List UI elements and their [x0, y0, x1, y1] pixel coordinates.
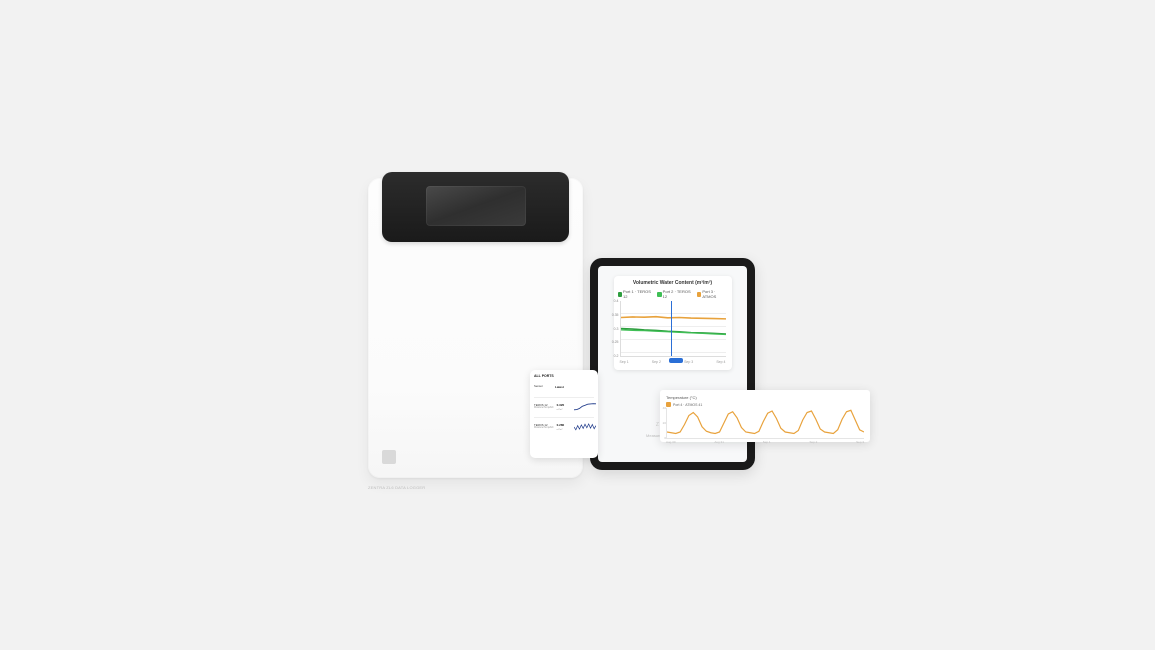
product-hero-composition: ZENTRA ZL6 DATA LOGGER Volumetric Water … [0, 0, 1155, 650]
phone-header-title: ALL PORTS [534, 374, 594, 378]
legend-swatch-icon [618, 292, 623, 297]
temp-chart-plot: 40 20 0 [666, 408, 864, 439]
col-latest: Latest [555, 385, 569, 389]
legend-swatch-icon [657, 292, 662, 297]
vwc-chart-plot: 0.4 0.35 0.3 0.25 0.2 [620, 301, 726, 357]
sensor-value: 0.320 [557, 403, 565, 407]
col-sensor: Sensor [534, 385, 552, 388]
temperature-chart-card: Temperature (°C) Port 4 · ATMOS 41 40 20… [660, 390, 870, 442]
sensor-sub: Moisture/Temp/EC [534, 407, 554, 410]
device-logo-icon [382, 450, 396, 464]
temp-chart-title: Temperature (°C) [666, 395, 864, 400]
sensor-unit: m³/m³ [557, 409, 563, 411]
legend-label: Port 4 · ATMOS 41 [673, 403, 702, 407]
sensor-unit: m³/m³ [557, 429, 563, 431]
sparkline-chart [574, 420, 596, 434]
sparkline-chart [574, 400, 596, 414]
vwc-series-svg [621, 301, 726, 356]
sensor-value: 0.280 [557, 423, 565, 427]
sensor-row[interactable]: TEROS 12 Moisture/Temp/EC 0.320 m³/m³ [534, 400, 594, 414]
legend-label: Port 2 · TEROS 12 [663, 289, 693, 299]
vwc-y-ticks: 0.4 0.35 0.3 0.25 0.2 [611, 299, 619, 358]
device-lid [382, 172, 569, 242]
scrubber-handle[interactable] [669, 358, 683, 363]
device-display [426, 186, 526, 226]
phone-card: ALL PORTS Sensor Latest TEROS 12 Moistur… [530, 370, 598, 458]
sensor-sub: Moisture/Temp/EC [534, 427, 554, 430]
divider [534, 417, 594, 418]
legend-label: Port 1 · TEROS 12 [623, 289, 653, 299]
vwc-chart-legend: Port 1 · TEROS 12 Port 2 · TEROS 12 Port… [618, 289, 728, 299]
temp-x-labels: Aug 30 Aug 31 Sep 1 Sep 2 Sep 3 [666, 440, 864, 444]
legend-swatch-icon [697, 292, 702, 297]
device-model-label: ZENTRA ZL6 DATA LOGGER [368, 485, 425, 490]
legend-swatch-icon [666, 402, 671, 407]
sensor-row[interactable]: TEROS 12 Moisture/Temp/EC 0.280 m³/m³ [534, 420, 594, 434]
temp-series-svg [667, 408, 864, 438]
legend-label: Port 3 · ATMOS [702, 289, 727, 299]
vwc-chart-card: Volumetric Water Content (m³/m³) Port 1 … [614, 276, 732, 370]
temp-y-ticks: 40 20 0 [660, 406, 666, 440]
vwc-chart-title: Volumetric Water Content (m³/m³) [618, 280, 728, 286]
divider [534, 397, 594, 398]
scrubber-line-icon[interactable] [671, 301, 672, 356]
temp-chart-legend: Port 4 · ATMOS 41 [666, 402, 864, 407]
